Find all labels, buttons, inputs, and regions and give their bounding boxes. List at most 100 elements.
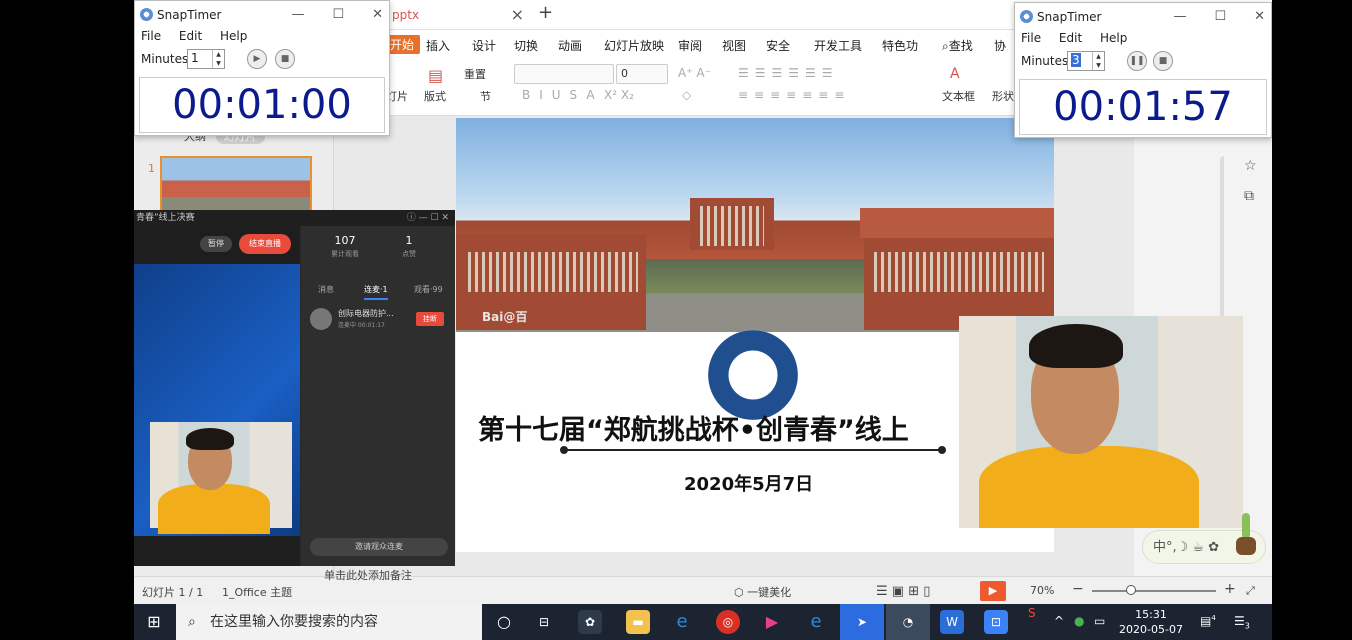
cortana-icon[interactable]: ○ bbox=[492, 610, 516, 634]
pause-live-button[interactable]: 暂停 bbox=[200, 236, 232, 252]
caller-status: 连麦中 00:01:17 bbox=[338, 322, 385, 329]
snaptimer-titlebar[interactable]: SnapTimer — ☐ ✕ bbox=[1015, 3, 1271, 31]
superscript-icon[interactable]: X² X₂ bbox=[604, 88, 634, 102]
minimize-icon[interactable]: — bbox=[419, 213, 428, 223]
menu-file[interactable]: File bbox=[141, 29, 161, 43]
font-name-select[interactable] bbox=[514, 64, 614, 84]
tab-mic-link[interactable]: 连麦·1 bbox=[364, 284, 388, 300]
windows-start-icon[interactable]: ⊞ bbox=[134, 604, 174, 640]
battery-icon[interactable]: ▭ bbox=[1094, 614, 1105, 628]
invite-mic-button[interactable]: 邀请观众连麦 bbox=[310, 538, 448, 556]
notes-hint[interactable]: 单击此处添加备注 bbox=[324, 567, 412, 583]
font-size-select[interactable]: 0 bbox=[616, 64, 668, 84]
view-buttons[interactable]: ☰ ▣ ⊞ ▯ bbox=[876, 584, 930, 599]
edge-icon[interactable]: e bbox=[670, 610, 694, 634]
close-icon[interactable]: ✕ bbox=[1254, 9, 1265, 24]
menu-find[interactable]: ⌕查找 bbox=[942, 37, 973, 54]
tray-app-icon[interactable]: ● bbox=[1074, 614, 1084, 628]
stop-button[interactable]: ■ bbox=[1153, 51, 1173, 71]
document-tab[interactable]: pptx × bbox=[388, 0, 528, 30]
spinner-icon[interactable]: ▲ ▼ bbox=[1092, 52, 1104, 70]
slide-thumbnail[interactable] bbox=[160, 156, 312, 216]
zoom-slider-handle[interactable] bbox=[1126, 585, 1136, 595]
menu-review[interactable]: 审阅 bbox=[678, 37, 702, 54]
zoom-slider[interactable] bbox=[1092, 590, 1216, 592]
menu-design[interactable]: 设计 bbox=[472, 37, 496, 54]
menu-edit[interactable]: Edit bbox=[1059, 31, 1082, 45]
play-button[interactable]: ▶ bbox=[247, 49, 267, 69]
copy-icon[interactable]: ⧉ bbox=[1244, 188, 1254, 204]
menu-view[interactable]: 视图 bbox=[722, 37, 746, 54]
clock[interactable]: 15:31 2020-05-07 bbox=[1116, 607, 1186, 637]
sogou-icon[interactable]: S bbox=[1028, 606, 1036, 620]
stop-button[interactable]: ■ bbox=[275, 49, 295, 69]
align-icons[interactable]: ≡≡≡≡≡≡≡ bbox=[738, 88, 850, 102]
menu-collab[interactable]: 协 bbox=[994, 37, 1006, 54]
menu-help[interactable]: Help bbox=[220, 29, 247, 43]
minutes-input[interactable]: 3 ▲ ▼ bbox=[1067, 51, 1105, 71]
zoom-in-icon[interactable]: + bbox=[1224, 581, 1236, 597]
menu-edit[interactable]: Edit bbox=[179, 29, 202, 43]
fit-icon[interactable]: ⤢ bbox=[1246, 584, 1255, 598]
close-icon[interactable]: ✕ bbox=[441, 213, 449, 223]
wps-writer-icon[interactable]: W bbox=[940, 610, 964, 634]
menu-insert[interactable]: 插入 bbox=[426, 37, 450, 54]
store-icon[interactable]: ⊡ bbox=[984, 610, 1008, 634]
star-icon[interactable]: ☆ bbox=[1244, 158, 1257, 174]
section-button[interactable]: 节 bbox=[480, 88, 491, 104]
desktop-icon[interactable]: ▤4 bbox=[1200, 614, 1216, 628]
notification-icon[interactable]: ☰3 bbox=[1234, 614, 1250, 630]
help-icon[interactable]: ⓘ bbox=[407, 213, 416, 223]
slide-date[interactable]: 2020年5月7日 bbox=[684, 470, 813, 496]
menu-help[interactable]: Help bbox=[1100, 31, 1127, 45]
media-player-icon[interactable]: ▶ bbox=[760, 610, 784, 634]
close-icon[interactable]: ✕ bbox=[372, 7, 383, 22]
shape-button[interactable]: 形状 bbox=[992, 88, 1014, 104]
spinner-icon[interactable]: ▲ ▼ bbox=[212, 50, 224, 68]
eraser-icon[interactable]: ◇ bbox=[682, 88, 691, 102]
snaptimer-taskbar-icon[interactable]: ◔ bbox=[886, 604, 930, 640]
menu-file[interactable]: File bbox=[1021, 31, 1041, 45]
menu-animation[interactable]: 动画 bbox=[558, 37, 582, 54]
menu-security[interactable]: 安全 bbox=[766, 37, 790, 54]
hangup-button[interactable]: 挂断 bbox=[416, 312, 444, 326]
menu-slideshow[interactable]: 幻灯片放映 bbox=[604, 37, 664, 54]
menu-transition[interactable]: 切换 bbox=[514, 37, 538, 54]
list-icons[interactable]: ☰☰☰☰☰☰ bbox=[738, 66, 839, 80]
slide-title[interactable]: 第十七届“郑航挑战杯•创青春”线上 bbox=[478, 408, 909, 447]
netease-music-icon[interactable]: ◎ bbox=[716, 610, 740, 634]
minimize-icon[interactable]: — bbox=[1173, 9, 1186, 24]
menu-developer[interactable]: 开发工具 bbox=[814, 37, 862, 54]
minutes-input[interactable]: 1 ▲ ▼ bbox=[187, 49, 225, 69]
new-tab-icon[interactable]: + bbox=[538, 2, 553, 23]
feishu-icon[interactable]: ➤ bbox=[840, 604, 884, 640]
close-tab-icon[interactable]: × bbox=[511, 0, 524, 30]
maximize-icon[interactable]: ☐ bbox=[431, 213, 439, 223]
tab-viewers[interactable]: 观看·99 bbox=[414, 284, 443, 295]
zoom-level[interactable]: 70% bbox=[1030, 584, 1054, 597]
folder-icon[interactable]: ▬ bbox=[626, 610, 650, 634]
minimize-icon[interactable]: — bbox=[291, 7, 304, 22]
pause-button[interactable]: ❚❚ bbox=[1127, 51, 1147, 71]
layout-button[interactable]: 版式 bbox=[424, 88, 446, 104]
textbox-button[interactable]: 文本框 bbox=[942, 88, 975, 104]
reset-button[interactable]: 重置 bbox=[464, 66, 486, 82]
live-titlebar[interactable]: 青春”线上决赛 ⓘ — ☐ ✕ bbox=[134, 210, 455, 226]
end-live-button[interactable]: 结束直播 bbox=[239, 234, 291, 254]
play-slideshow-button[interactable]: ▶ bbox=[980, 581, 1006, 601]
zoom-out-icon[interactable]: − bbox=[1072, 581, 1084, 597]
text-format-icons[interactable]: BIUSA bbox=[522, 88, 604, 102]
task-view-icon[interactable]: ⊟ bbox=[532, 610, 556, 634]
ime-toolbar[interactable]: 中°,☽ ☕ ✿ bbox=[1142, 513, 1266, 564]
tray-expand-icon[interactable]: ^ bbox=[1054, 614, 1064, 628]
maximize-icon[interactable]: ☐ bbox=[332, 7, 344, 22]
ie-icon[interactable]: e bbox=[804, 610, 828, 634]
tab-messages[interactable]: 消息 bbox=[318, 284, 334, 295]
maximize-icon[interactable]: ☐ bbox=[1214, 9, 1226, 24]
app-icon[interactable]: ✿ bbox=[578, 610, 602, 634]
taskbar-search[interactable]: ⌕ 在这里输入你要搜索的内容 bbox=[176, 604, 482, 640]
snaptimer-titlebar[interactable]: SnapTimer — ☐ ✕ bbox=[135, 1, 389, 29]
menu-features[interactable]: 特色功 bbox=[882, 37, 918, 54]
font-grow-icon[interactable]: A⁺ A⁻ bbox=[678, 66, 711, 80]
beautify-button[interactable]: ⬡ 一键美化 bbox=[734, 584, 791, 600]
